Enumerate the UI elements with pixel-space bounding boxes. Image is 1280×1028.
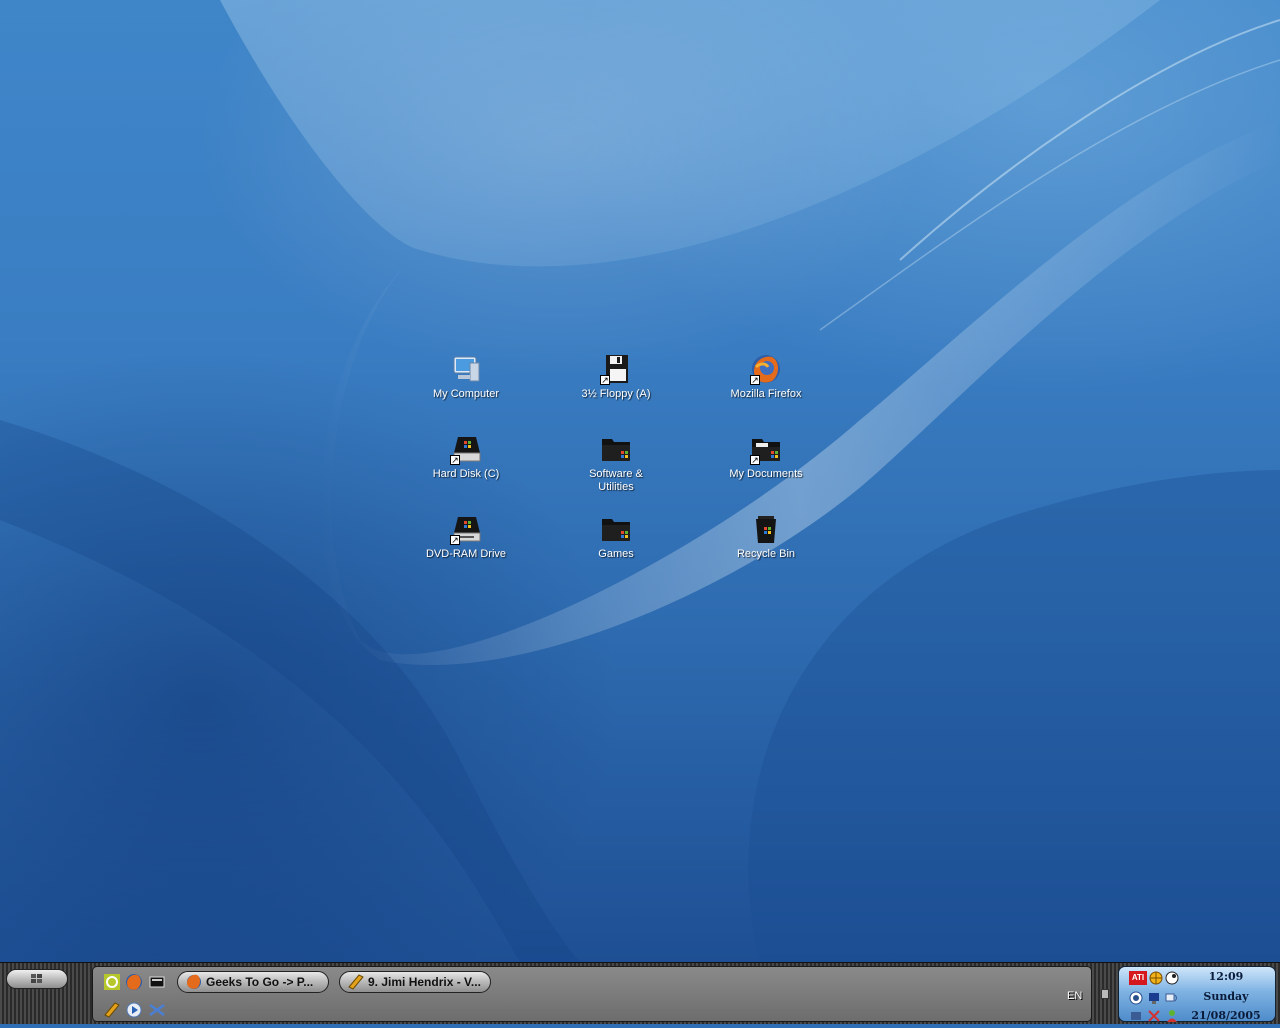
- ati-icon[interactable]: ATI: [1129, 971, 1147, 985]
- firefox-icon: ↗: [750, 353, 782, 385]
- desktop-icon-label: Mozilla Firefox: [730, 388, 802, 400]
- desktop-icon-label: Hard Disk (C): [432, 468, 500, 480]
- desktop-icon-recycle-bin[interactable]: Recycle Bin: [716, 513, 816, 561]
- desktop-icon-label: 3½ Floppy (A): [581, 388, 651, 400]
- tray-grip-handle[interactable]: [1101, 989, 1109, 999]
- desktop-icon-floppy[interactable]: ↗ 3½ Floppy (A): [566, 353, 666, 401]
- taskbar-panel: Geeks To Go -> P... 9. Jimi Hendrix - V.…: [92, 966, 1092, 1022]
- desktop-icon-label: Games: [598, 548, 634, 560]
- windows-logo-icon: [31, 974, 42, 983]
- desktop-icon-label: My Computer: [432, 388, 500, 400]
- task-button-winamp[interactable]: 9. Jimi Hendrix - V...: [339, 971, 491, 993]
- desktop[interactable]: My Computer ↗ 3½ Floppy (A) ↗ Mozilla Fi…: [0, 0, 1280, 962]
- refresh-app-icon[interactable]: [103, 973, 121, 991]
- computer-icon: [450, 353, 482, 385]
- start-button[interactable]: [6, 969, 68, 989]
- task-label: 9. Jimi Hendrix - V...: [368, 975, 481, 989]
- desktop-icon-games[interactable]: Games: [566, 513, 666, 561]
- winamp-icon: [348, 974, 364, 990]
- messenger-icon[interactable]: [1129, 1009, 1143, 1023]
- system-tray: ATI 12:09 Sunday 21/08/2005: [1118, 966, 1276, 1022]
- desktop-icon-label: My Documents: [729, 468, 803, 480]
- documents-folder-icon: ↗: [750, 433, 782, 465]
- desktop-icon-my-computer[interactable]: My Computer: [416, 353, 516, 401]
- network-icon[interactable]: [148, 1001, 166, 1019]
- shortcut-arrow-icon: ↗: [750, 455, 760, 465]
- shortcut-arrow-icon: ↗: [450, 455, 460, 465]
- connection-icon[interactable]: [1147, 1009, 1161, 1023]
- user-icon[interactable]: [1165, 1009, 1179, 1023]
- task-button-firefox[interactable]: Geeks To Go -> P...: [177, 971, 329, 993]
- clock-time[interactable]: 12:09: [1181, 970, 1271, 983]
- task-label: Geeks To Go -> P...: [206, 975, 314, 989]
- media-player-icon[interactable]: [125, 1001, 143, 1019]
- desktop-icon-my-documents[interactable]: ↗ My Documents: [716, 433, 816, 481]
- desktop-icon-label: Recycle Bin: [736, 548, 796, 560]
- desktop-icon-dvd-ram[interactable]: ↗ DVD-RAM Drive: [416, 513, 516, 561]
- folder-icon: [600, 433, 632, 465]
- firefox-quicklaunch-icon[interactable]: [125, 973, 143, 991]
- desktop-icon-hard-disk[interactable]: ↗ Hard Disk (C): [416, 433, 516, 481]
- clock-date: 21/08/2005: [1191, 1009, 1261, 1022]
- winamp-icon[interactable]: [103, 1001, 121, 1019]
- desktop-icon-firefox[interactable]: ↗ Mozilla Firefox: [716, 353, 816, 401]
- taskbar: Geeks To Go -> P... 9. Jimi Hendrix - V.…: [0, 962, 1280, 1024]
- firefox-icon: [186, 974, 202, 990]
- shortcut-arrow-icon: ↗: [750, 375, 760, 385]
- language-indicator[interactable]: EN: [1067, 990, 1082, 1002]
- floppy-icon: ↗: [600, 353, 632, 385]
- antivirus-icon[interactable]: [1129, 991, 1143, 1005]
- clock-day: Sunday: [1203, 990, 1249, 1003]
- folder-icon: [600, 513, 632, 545]
- desktop-icon-label: Software & Utilities: [589, 468, 643, 493]
- hard-disk-icon: ↗: [450, 433, 482, 465]
- network-adapter-icon[interactable]: [1147, 991, 1161, 1005]
- recycle-bin-icon: [750, 513, 782, 545]
- desktop-icon-software-utilities[interactable]: Software & Utilities: [566, 433, 666, 494]
- globe-icon[interactable]: [1149, 971, 1163, 985]
- shortcut-arrow-icon: ↗: [600, 375, 610, 385]
- desktop-icon-label: DVD-RAM Drive: [425, 548, 507, 560]
- shortcut-arrow-icon: ↗: [450, 535, 460, 545]
- steam-icon[interactable]: [1165, 971, 1179, 985]
- show-desktop-icon[interactable]: [148, 973, 166, 991]
- dvd-drive-icon: ↗: [450, 513, 482, 545]
- wireless-icon[interactable]: [1165, 991, 1179, 1005]
